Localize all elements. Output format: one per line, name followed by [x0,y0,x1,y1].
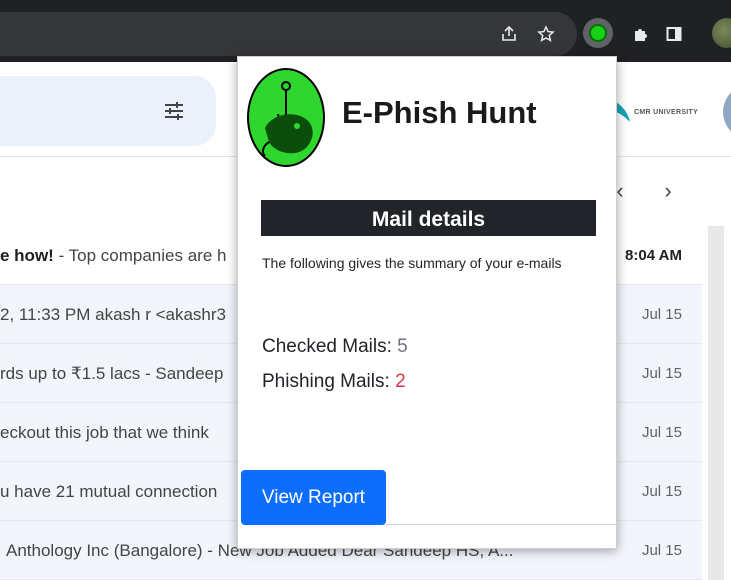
share-icon[interactable] [493,18,525,50]
sidepanel-icon[interactable] [658,18,690,50]
checked-mails-value: 5 [397,336,408,357]
cmr-university-logo: CMR UNIVERSITY [612,90,720,134]
summary-text: The following gives the summary of your … [262,255,562,271]
browser-toolbar [0,0,731,62]
account-avatar[interactable] [723,88,731,136]
popup-footer-divider [386,524,616,525]
puzzle-icon[interactable] [625,18,657,50]
app-logo [247,68,325,167]
section-title: Mail details [261,200,596,236]
ephish-popup: E-Phish Hunt Mail details The following … [237,56,617,549]
checked-mails-stat: Checked Mails: 5 [262,336,408,358]
star-icon[interactable] [530,18,562,50]
phishing-mails-label: Phishing Mails: [262,371,390,392]
profile-avatar[interactable] [712,18,731,48]
checked-mails-label: Checked Mails: [262,336,392,357]
email-date: Jul 15 [641,306,682,323]
email-date: Jul 15 [641,483,682,500]
email-date: Jul 15 [641,542,682,559]
app-title: E-Phish Hunt [342,95,537,130]
email-date: Jul 15 [641,424,682,441]
view-report-button[interactable]: View Report [241,470,386,525]
tune-icon[interactable] [160,97,188,125]
email-date: Jul 15 [641,365,682,382]
scrollbar[interactable] [708,226,724,580]
phishing-mails-stat: Phishing Mails: 2 [262,371,406,393]
address-bar[interactable] [0,12,577,56]
browser-window: CMR UNIVERSITY ‹ › e how! - Top companie… [0,0,731,580]
extension-icon[interactable] [583,18,613,48]
phishing-mails-value: 2 [395,371,406,392]
email-date: 8:04 AM [625,247,682,264]
chevron-right-icon[interactable]: › [653,176,683,206]
cmr-logo-text: CMR UNIVERSITY [634,108,699,116]
ephish-extension-icon [589,24,607,42]
